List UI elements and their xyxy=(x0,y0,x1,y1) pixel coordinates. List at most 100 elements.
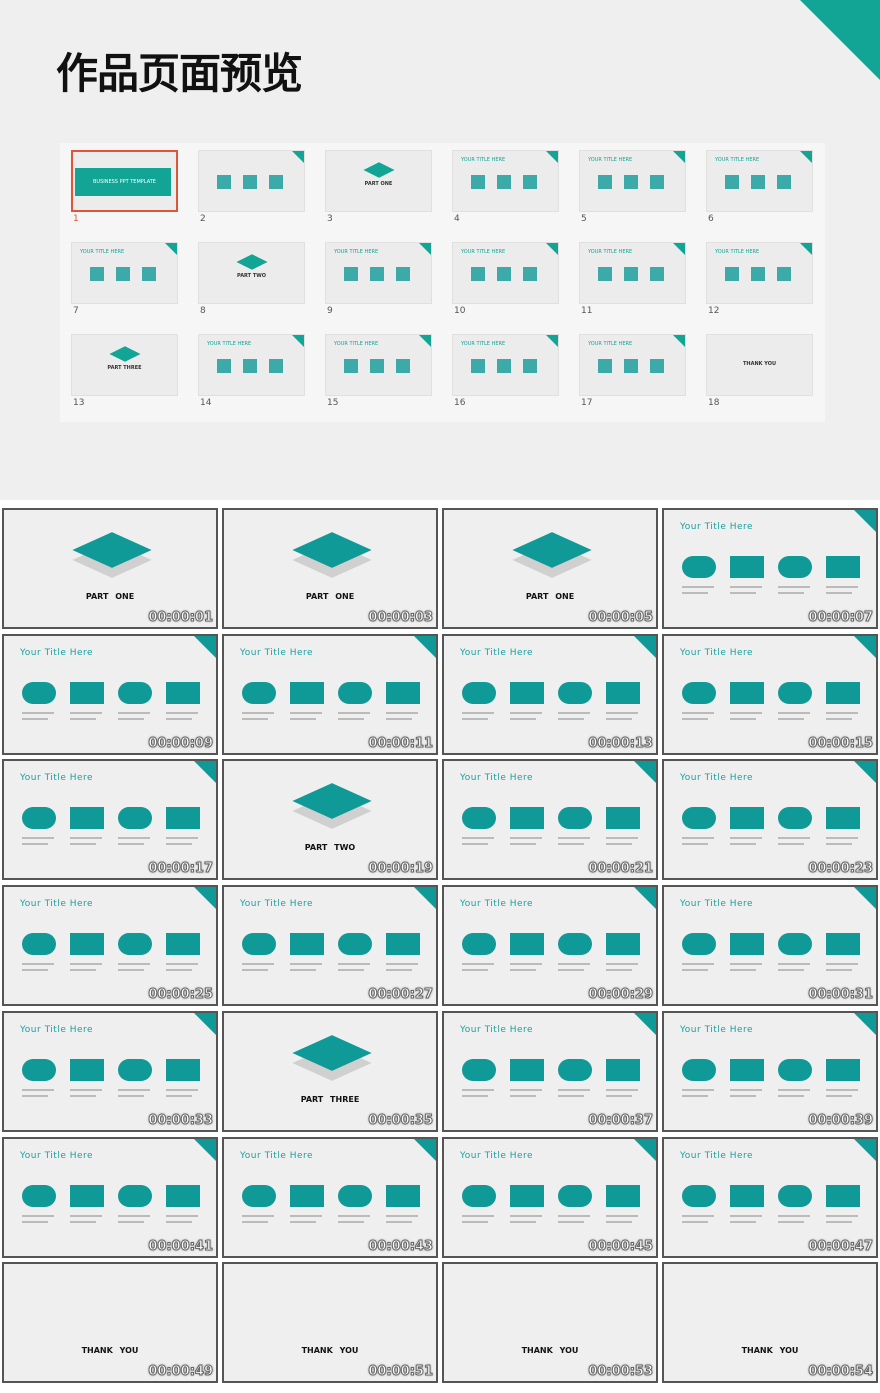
video-frame[interactable]: Your Title Here 00:00:27 xyxy=(222,885,438,1007)
slide-thumbnail[interactable]: PART TWO xyxy=(198,242,305,304)
content-block xyxy=(682,1058,716,1081)
slide-thumbnail[interactable]: YOUR TITLE HERE xyxy=(325,334,432,396)
video-frame[interactable]: Your Title Here 00:00:39 xyxy=(662,1010,878,1132)
part-label: PART ONE xyxy=(525,592,575,601)
text-line xyxy=(778,717,804,720)
video-frame[interactable]: Your Title Here 00:00:21 xyxy=(442,759,658,881)
content-block xyxy=(523,267,537,281)
content-block xyxy=(166,1184,200,1207)
video-frame[interactable]: Your Title Here 00:00:31 xyxy=(662,885,878,1007)
slide-thumbnail[interactable]: YOUR TITLE HERE xyxy=(579,334,686,396)
thumbnail-label: PART TWO xyxy=(236,273,267,279)
content-block xyxy=(650,267,664,281)
text-line xyxy=(166,1094,192,1097)
text-line xyxy=(290,969,316,972)
slide-thumbnail[interactable]: THANK YOU xyxy=(706,334,813,396)
video-frame[interactable]: Your Title Here 00:00:07 xyxy=(662,508,878,629)
content-block xyxy=(510,1184,544,1207)
slide-thumbnail[interactable]: YOUR TITLE HERE xyxy=(71,242,178,304)
video-frame[interactable]: PART TWO 00:00:19 xyxy=(222,759,438,881)
thumbnail-label: PART THREE xyxy=(107,365,142,371)
video-frame[interactable]: THANK YOU 00:00:49 xyxy=(2,1262,218,1384)
video-frame[interactable]: PART ONE 00:00:03 xyxy=(222,508,438,629)
video-frame[interactable]: Your Title Here 00:00:33 xyxy=(2,1010,218,1132)
text-line xyxy=(166,1214,198,1217)
video-frame[interactable]: Your Title Here 00:00:45 xyxy=(442,1136,658,1258)
content-block xyxy=(682,556,716,578)
slide-thumbnail[interactable] xyxy=(198,150,305,212)
content-block xyxy=(497,267,511,281)
corner-decoration xyxy=(414,635,436,658)
text-line xyxy=(778,1094,804,1097)
text-line xyxy=(606,711,638,714)
text-line xyxy=(778,1088,810,1091)
text-line xyxy=(730,1214,762,1217)
video-frame[interactable]: Your Title Here 00:00:23 xyxy=(662,759,878,881)
text-line xyxy=(290,717,316,720)
slide-thumbnail[interactable]: PART THREE xyxy=(71,334,178,396)
video-frame[interactable]: THANK YOU 00:00:53 xyxy=(442,1262,658,1384)
text-line xyxy=(606,1094,632,1097)
text-line xyxy=(558,837,590,840)
content-block xyxy=(462,1058,496,1081)
content-block xyxy=(497,175,511,189)
text-line xyxy=(730,1088,762,1091)
content-block xyxy=(242,1184,276,1207)
video-frame[interactable]: Your Title Here 00:00:29 xyxy=(442,885,658,1007)
text-line xyxy=(606,969,632,972)
timestamp: 00:00:25 xyxy=(148,987,214,1003)
text-line xyxy=(22,717,48,720)
corner-decoration xyxy=(292,151,304,163)
video-frame[interactable]: PART ONE 00:00:05 xyxy=(442,508,658,629)
video-frame[interactable]: PART ONE 00:00:01 xyxy=(2,508,218,629)
video-frame[interactable]: THANK YOU 00:00:51 xyxy=(222,1262,438,1384)
video-frame[interactable]: Your Title Here 00:00:15 xyxy=(662,633,878,755)
text-line xyxy=(386,1214,418,1217)
text-line xyxy=(70,1088,102,1091)
slide-thumbnail[interactable]: PART ONE xyxy=(325,150,432,212)
text-line xyxy=(682,711,714,714)
content-block xyxy=(396,359,410,373)
text-line xyxy=(682,969,708,972)
corner-decoration xyxy=(194,1138,216,1161)
slide-thumbnail[interactable]: BUSINESS PPT TEMPLATE xyxy=(71,150,178,212)
slide-thumbnail[interactable]: YOUR TITLE HERE xyxy=(706,242,813,304)
thumbnail-title: YOUR TITLE HERE xyxy=(715,157,760,163)
content-block xyxy=(70,807,104,830)
slide-thumbnail[interactable]: YOUR TITLE HERE xyxy=(579,242,686,304)
slide-thumbnail[interactable]: YOUR TITLE HERE xyxy=(452,334,559,396)
video-frame[interactable]: Your Title Here 00:00:09 xyxy=(2,633,218,755)
corner-decoration xyxy=(194,635,216,658)
slide-thumbnail[interactable]: YOUR TITLE HERE xyxy=(452,242,559,304)
video-frame[interactable]: Your Title Here 00:00:25 xyxy=(2,885,218,1007)
video-frame[interactable]: PART THREE 00:00:35 xyxy=(222,1010,438,1132)
timestamp: 00:00:19 xyxy=(368,861,434,877)
text-line xyxy=(338,711,370,714)
corner-decoration xyxy=(419,335,431,347)
video-frame[interactable]: Your Title Here 00:00:13 xyxy=(442,633,658,755)
text-line xyxy=(510,717,536,720)
video-frame[interactable]: Your Title Here 00:00:41 xyxy=(2,1136,218,1258)
text-line xyxy=(606,1214,638,1217)
slide-thumbnail[interactable]: YOUR TITLE HERE xyxy=(579,150,686,212)
video-frame[interactable]: THANK YOU 00:00:54 xyxy=(662,1262,878,1384)
thumbnail-title: YOUR TITLE HERE xyxy=(588,341,633,347)
corner-decoration xyxy=(165,243,177,255)
video-frame[interactable]: Your Title Here 00:00:43 xyxy=(222,1136,438,1258)
video-frame[interactable]: Your Title Here 00:00:17 xyxy=(2,759,218,881)
text-line xyxy=(730,1094,756,1097)
slide-title: Your Title Here xyxy=(680,899,754,910)
video-frame[interactable]: Your Title Here 00:00:47 xyxy=(662,1136,878,1258)
slide-thumbnail[interactable]: YOUR TITLE HERE xyxy=(198,334,305,396)
slide-thumbnail[interactable]: YOUR TITLE HERE xyxy=(706,150,813,212)
slide-thumbnail[interactable]: YOUR TITLE HERE xyxy=(325,242,432,304)
timestamp: 00:00:03 xyxy=(368,610,434,626)
video-frame[interactable]: Your Title Here 00:00:37 xyxy=(442,1010,658,1132)
thumbnail-title: YOUR TITLE HERE xyxy=(715,249,760,255)
slide-thumbnail[interactable]: YOUR TITLE HERE xyxy=(452,150,559,212)
timestamp: 00:00:33 xyxy=(148,1112,214,1128)
text-line xyxy=(778,837,810,840)
video-frame[interactable]: Your Title Here 00:00:11 xyxy=(222,633,438,755)
timestamp: 00:00:13 xyxy=(588,735,654,751)
content-block xyxy=(558,933,592,956)
